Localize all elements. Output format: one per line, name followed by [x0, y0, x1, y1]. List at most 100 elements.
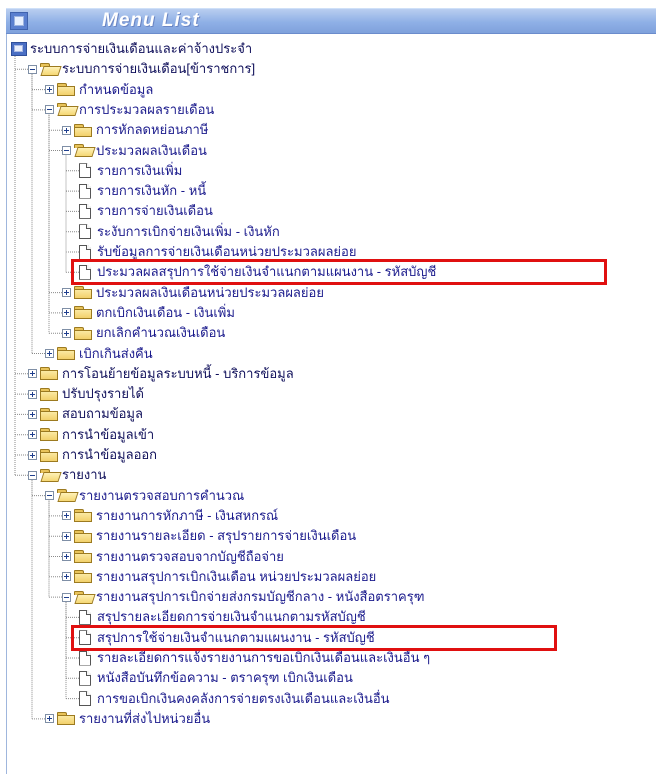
tree-item-label: เบิกเกินส่งคืน — [79, 345, 153, 361]
tree-item-label: สรุปการใช้จ่ายเงินจำแนกตามแผนงาน - รหัสบ… — [97, 629, 375, 645]
tree-item-n1[interactable]: ระบบการจ่ายเงินเดือน[ข้าราชการ] — [28, 59, 255, 79]
expand-icon[interactable] — [28, 430, 37, 440]
folder-icon — [74, 306, 92, 320]
tree-item-n33[interactable]: รายงานที่ส่งไปหน่วยอื่น — [45, 709, 210, 729]
tree-item-label: ปรับปรุงรายได้ — [62, 386, 144, 402]
expand-icon[interactable] — [28, 389, 37, 399]
tree-item-n23[interactable]: รายงานการหักภาษี - เงินสหกรณ์ — [62, 506, 278, 526]
tree-item-label: รายงานตรวจสอบจากบัญชีถือจ่าย — [96, 548, 284, 564]
tree-item-n13[interactable]: ตกเบิกเงินเดือน - เงินเพิ่ม — [62, 303, 235, 323]
tree-item-n12[interactable]: ประมวลผลเงินเดือนหน่วยประมวลผลย่อย — [62, 283, 324, 303]
tree-item-label: รับข้อมูลการจ่ายเงินเดือนหน่วยประมวลผลย่… — [97, 244, 357, 259]
tree-item-n16[interactable]: การโอนย้ายข้อมูลระบบหนี้ - บริการข้อมูล — [28, 364, 294, 384]
tree-item-label: รายละเอียดการแจ้งรายงานการขอเบิกเงินเดือ… — [97, 650, 431, 665]
expand-icon[interactable] — [62, 552, 71, 561]
folder-open-icon — [40, 468, 58, 482]
tree-item-label: หนังสือบันทึกข้อความ - ตราครุฑ เบิกเงินเ… — [97, 670, 353, 686]
folder-icon — [40, 428, 58, 442]
expand-icon[interactable] — [45, 349, 54, 358]
collapse-icon[interactable] — [45, 491, 54, 501]
tree-item-n29[interactable]: สรุปการใช้จ่ายเงินจำแนกตามแผนงาน - รหัสบ… — [79, 628, 375, 648]
tree-item-label: การหักลดหย่อนภาษี — [96, 122, 209, 138]
tree-item-n24[interactable]: รายงานรายละเอียด - สรุปรายการจ่ายเงินเดื… — [62, 526, 356, 546]
tree-item-n32[interactable]: การขอเบิกเงินคงคลังการจ่ายตรงเงินเดือนแล… — [79, 689, 390, 709]
tree-item-n15[interactable]: เบิกเกินส่งคืน — [45, 344, 153, 364]
document-icon — [79, 691, 91, 707]
tree-item-label: ประมวลผลเงินเดือน — [96, 142, 207, 158]
folder-open-icon — [57, 489, 75, 502]
folder-icon — [40, 448, 58, 462]
tree-item-n26[interactable]: รายงานสรุปการเบิกเงินเดือน หน่วยประมวลผล… — [62, 567, 376, 587]
folder-open-icon — [57, 103, 75, 116]
folder-open-icon — [40, 62, 58, 76]
tree-item-label: การโอนย้ายข้อมูลระบบหนี้ - บริการข้อมูล — [62, 365, 294, 381]
expand-icon[interactable] — [45, 714, 54, 724]
document-icon — [79, 264, 91, 280]
expand-icon[interactable] — [62, 288, 71, 298]
tree-item-label: ระงับการเบิกจ่ายเงินเพิ่ม - เงินหัก — [97, 223, 280, 239]
tree-item-n25[interactable]: รายงานตรวจสอบจากบัญชีถือจ่าย — [62, 547, 284, 567]
tree-item-label: รายงานสรุปการเบิกจ่ายส่งกรมบัญชีกลาง - ห… — [96, 589, 425, 605]
tree-item-n2[interactable]: กำหนดข้อมูล — [45, 80, 153, 100]
system-icon — [11, 42, 27, 56]
tree-item-n19[interactable]: การนำข้อมูลเข้า — [28, 425, 154, 445]
tree-item-label: สรุปรายละเอียดการจ่ายเงินจำแนกตามรหัสบัญ… — [97, 609, 366, 625]
document-icon — [79, 224, 91, 240]
tree-item-label: ระบบการจ่ายเงินเดือน[ข้าราชการ] — [62, 61, 256, 77]
expand-icon[interactable] — [62, 308, 71, 318]
tree-item-label: การขอเบิกเงินคงคลังการจ่ายตรงเงินเดือนแล… — [97, 690, 390, 706]
document-icon — [79, 670, 91, 686]
tree-item-n8[interactable]: รายการจ่ายเงินเดือน — [79, 201, 213, 221]
expand-icon[interactable] — [62, 125, 71, 135]
collapse-icon[interactable] — [62, 592, 71, 602]
document-icon — [79, 244, 91, 260]
document-icon — [79, 203, 91, 219]
tree-item-label: รายงานการหักภาษี - เงินสหกรณ์ — [96, 507, 279, 523]
tree-item-n21[interactable]: รายงาน — [28, 465, 106, 485]
tree-item-n27[interactable]: รายงานสรุปการเบิกจ่ายส่งกรมบัญชีกลาง - ห… — [62, 587, 425, 607]
tree-item-n10[interactable]: รับข้อมูลการจ่ายเงินเดือนหน่วยประมวลผลย่… — [79, 242, 356, 262]
tree-item-n17[interactable]: ปรับปรุงรายได้ — [28, 384, 144, 404]
tree-item-n30[interactable]: รายละเอียดการแจ้งรายงานการขอเบิกเงินเดือ… — [79, 648, 430, 668]
expand-icon[interactable] — [62, 328, 71, 338]
folder-icon — [74, 570, 92, 584]
folder-open-icon — [74, 144, 92, 157]
expand-icon[interactable] — [28, 450, 37, 460]
expand-icon[interactable] — [28, 409, 37, 419]
collapse-icon[interactable] — [62, 146, 71, 155]
tree-item-label: ตกเบิกเงินเดือน - เงินเพิ่ม — [96, 304, 235, 320]
tree-item-label: รายการเงินเพิ่ม — [97, 162, 183, 178]
folder-icon — [40, 407, 58, 421]
tree-item-n31[interactable]: หนังสือบันทึกข้อความ - ตราครุฑ เบิกเงินเ… — [79, 668, 353, 688]
expand-icon[interactable] — [28, 369, 37, 379]
expand-icon[interactable] — [45, 85, 54, 95]
tree-item-n4[interactable]: การหักลดหย่อนภาษี — [62, 120, 208, 140]
document-icon — [79, 630, 91, 646]
tree-item-n3[interactable]: การประมวลผลรายเดือน — [45, 100, 214, 120]
tree-item-n18[interactable]: สอบถามข้อมูล — [28, 404, 143, 424]
tree-item-n22[interactable]: รายงานตรวจสอบการคำนวณ — [45, 486, 244, 506]
tree-item-n5[interactable]: ประมวลผลเงินเดือน — [62, 141, 207, 161]
folder-icon — [40, 387, 58, 401]
document-icon — [79, 650, 91, 666]
tree-item-label: รายงาน — [62, 467, 107, 483]
tree-item-n7[interactable]: รายการเงินหัก - หนี้ — [79, 181, 206, 201]
tree-item-n11[interactable]: ประมวลผลสรุปการใช้จ่ายเงินจำแนกตามแผนงาน… — [79, 262, 436, 282]
tree-item-n20[interactable]: การนำข้อมูลออก — [28, 445, 157, 465]
expand-icon[interactable] — [62, 572, 71, 582]
tree-item-n28[interactable]: สรุปรายละเอียดการจ่ายเงินจำแนกตามรหัสบัญ… — [79, 607, 366, 627]
collapse-icon[interactable] — [28, 64, 37, 74]
tree-item-n14[interactable]: ยกเลิกคำนวณเงินเดือน — [62, 323, 225, 343]
collapse-icon[interactable] — [28, 470, 37, 480]
expand-icon[interactable] — [62, 531, 71, 541]
folder-open-icon — [74, 590, 92, 604]
expand-icon[interactable] — [62, 511, 71, 521]
tree-item-label: กำหนดข้อมูล — [79, 81, 154, 97]
collapse-icon[interactable] — [45, 105, 54, 115]
tree-item-label: ระบบการจ่ายเงินเดือนและค่าจ้างประจำ — [30, 41, 253, 56]
tree-item-n9[interactable]: ระงับการเบิกจ่ายเงินเพิ่ม - เงินหัก — [79, 222, 280, 242]
tree-item-root[interactable]: ระบบการจ่ายเงินเดือนและค่าจ้างประจำ — [11, 39, 252, 59]
tree-item-n6[interactable]: รายการเงินเพิ่ม — [79, 161, 182, 181]
tree-item-label: รายงานรายละเอียด - สรุปรายการจ่ายเงินเดื… — [96, 528, 357, 544]
tree-item-label: รายงานตรวจสอบการคำนวณ — [79, 487, 245, 503]
